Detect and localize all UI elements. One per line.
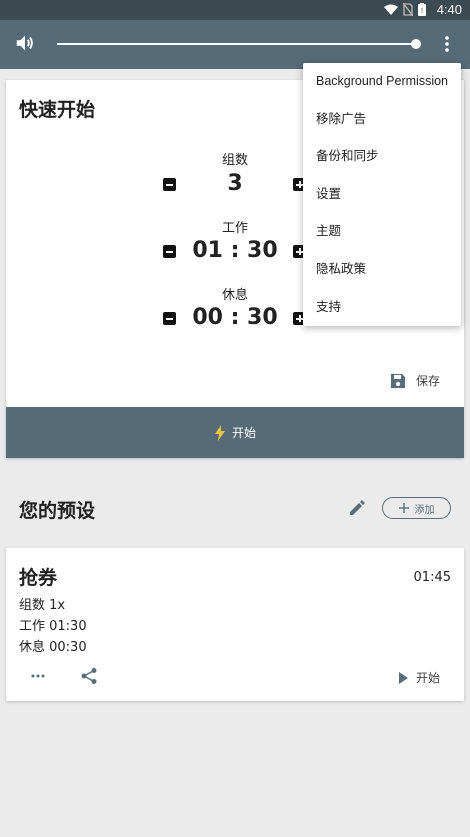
- volume-slider-track[interactable]: [57, 43, 417, 45]
- work-value: 01 : 30: [192, 238, 278, 263]
- status-time: 4:40: [436, 2, 462, 17]
- menu-item-privacy-policy[interactable]: 隐私政策: [303, 251, 461, 289]
- play-icon: [399, 671, 408, 684]
- preset-work: 工作 01:30: [19, 619, 87, 634]
- status-bar: ! 4:40: [0, 0, 470, 20]
- battery-icon: !: [418, 3, 426, 16]
- preset-start-button[interactable]: 开始: [398, 669, 440, 686]
- more-horiz-icon[interactable]: [31, 668, 45, 684]
- edit-icon[interactable]: [348, 499, 366, 517]
- save-icon: [391, 373, 405, 388]
- menu-item-remove-ads[interactable]: 移除广告: [303, 101, 461, 139]
- add-preset-label: 添加: [414, 504, 435, 516]
- preset-rest: 休息 00:30: [19, 640, 87, 655]
- menu-item-settings[interactable]: 设置: [303, 176, 461, 214]
- app-bar: [0, 20, 470, 69]
- preset-sets: 组数 1x: [19, 598, 66, 613]
- rest-label: 休息: [221, 288, 248, 303]
- quick-start-button-label: 开始: [231, 426, 256, 440]
- wifi-icon: [384, 4, 398, 15]
- work-label: 工作: [221, 221, 248, 236]
- save-button[interactable]: 保存: [390, 372, 440, 389]
- preset-card[interactable]: 抢券 01:45 组数 1x 工作 01:30 休息 00:30 开始: [6, 548, 464, 701]
- rest-value: 00 : 30: [192, 305, 278, 330]
- menu-item-theme[interactable]: 主题: [303, 213, 461, 251]
- sets-label: 组数: [221, 153, 248, 168]
- menu-item-support[interactable]: 支持: [303, 289, 461, 327]
- quick-start-button[interactable]: 开始: [6, 407, 464, 458]
- status-icons: !: [384, 3, 426, 16]
- plus-icon: [398, 503, 409, 513]
- preset-total-time: 01:45: [413, 570, 451, 585]
- preset-name: 抢券: [19, 567, 58, 589]
- preset-start-label: 开始: [416, 671, 441, 685]
- more-vert-icon[interactable]: [437, 34, 457, 54]
- menu-item-background-permission[interactable]: Background Permission: [303, 63, 461, 101]
- svg-text:!: !: [421, 8, 423, 15]
- menu-item-backup-sync[interactable]: 备份和同步: [303, 138, 461, 176]
- sets-value: 3: [227, 171, 243, 196]
- volume-icon[interactable]: [14, 32, 36, 54]
- save-label: 保存: [416, 374, 441, 388]
- volume-slider-thumb[interactable]: [411, 39, 421, 49]
- quick-start-title: 快速开始: [19, 99, 96, 121]
- no-sim-icon: [403, 3, 413, 16]
- share-icon[interactable]: [80, 667, 98, 685]
- lightning-icon: [214, 424, 225, 441]
- presets-title: 您的预设: [19, 500, 96, 522]
- overflow-menu: Background Permission 移除广告 备份和同步 设置 主题 隐…: [303, 63, 461, 326]
- add-preset-button[interactable]: 添加: [382, 497, 451, 519]
